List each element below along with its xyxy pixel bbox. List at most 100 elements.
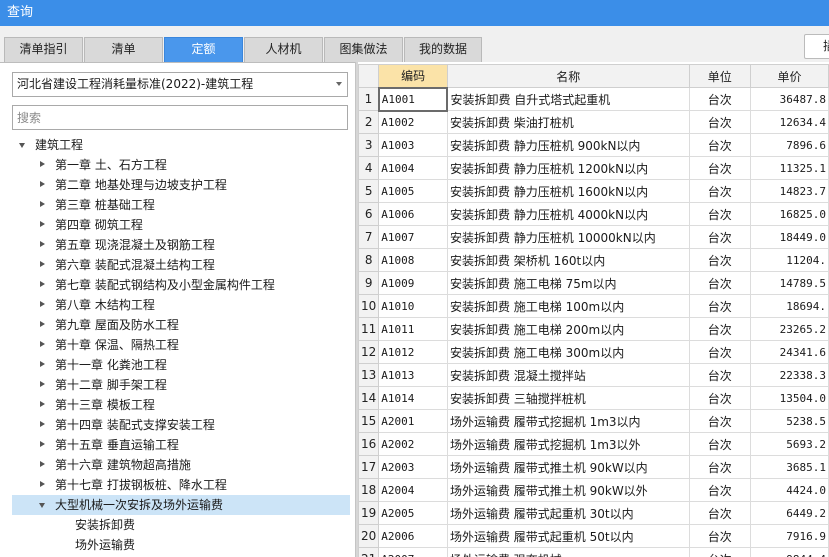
name-cell[interactable]: 安装拆卸费 静力压桩机 900kN以内 (446, 133, 690, 157)
unit-cell[interactable]: 台次 (688, 87, 752, 111)
tree-node[interactable]: 第十一章 化粪池工程 (12, 355, 350, 375)
unit-cell[interactable]: 台次 (688, 340, 752, 364)
row-number[interactable]: 2 (358, 110, 380, 134)
unit-cell[interactable]: 台次 (688, 501, 752, 525)
library-select[interactable]: 河北省建设工程消耗量标准(2022)-建筑工程 (12, 72, 348, 97)
insert-button[interactable]: 插 (804, 34, 829, 59)
collapse-arrow-icon[interactable] (38, 295, 48, 315)
name-cell[interactable]: 场外运输费 履带式推土机 90kW以外 (446, 478, 690, 502)
column-header-name[interactable]: 名称 (446, 64, 690, 88)
table-row[interactable]: 14 A1014 安装拆卸费 三轴搅拌桩机 台次 13504.0 (358, 386, 829, 410)
name-cell[interactable]: 安装拆卸费 自升式塔式起重机 (446, 87, 690, 111)
collapse-arrow-icon[interactable] (38, 335, 48, 355)
tree-node[interactable]: 大型机械一次安拆及场外运输费 (12, 495, 350, 515)
table-row[interactable]: 10 A1010 安装拆卸费 施工电梯 100m以内 台次 18694. (358, 294, 829, 318)
row-number[interactable]: 19 (358, 501, 380, 525)
name-cell[interactable]: 安装拆卸费 静力压桩机 1600kN以内 (446, 179, 690, 203)
unit-cell[interactable]: 台次 (688, 478, 752, 502)
code-cell[interactable]: A1012 (378, 340, 448, 364)
table-row[interactable]: 4 A1004 安装拆卸费 静力压桩机 1200kN以内 台次 11325.1 (358, 156, 829, 180)
table-row[interactable]: 20 A2006 场外运输费 履带式起重机 50t以内 台次 7916.9 (358, 524, 829, 548)
tree-node[interactable]: 第十六章 建筑物超高措施 (12, 455, 350, 475)
tree-node[interactable]: 第十章 保温、隔热工程 (12, 335, 350, 355)
expand-arrow-icon[interactable] (18, 135, 28, 155)
unit-cell[interactable]: 台次 (688, 271, 752, 295)
price-cell[interactable]: 12634.4 (750, 110, 829, 134)
collapse-arrow-icon[interactable] (38, 315, 48, 335)
table-row[interactable]: 11 A1011 安装拆卸费 施工电梯 200m以内 台次 23265.2 (358, 317, 829, 341)
row-number[interactable]: 4 (358, 156, 380, 180)
table-row[interactable]: 15 A2001 场外运输费 履带式挖掘机 1m3以内 台次 5238.5 (358, 409, 829, 433)
row-number[interactable]: 13 (358, 363, 380, 387)
code-cell[interactable]: A1007 (378, 225, 448, 249)
code-cell[interactable]: A1010 (378, 294, 448, 318)
price-cell[interactable]: 7916.9 (750, 524, 829, 548)
collapse-arrow-icon[interactable] (38, 235, 48, 255)
unit-cell[interactable]: 台次 (688, 156, 752, 180)
expand-arrow-icon[interactable] (38, 495, 48, 515)
price-cell[interactable]: 13504.0 (750, 386, 829, 410)
price-cell[interactable]: 4424.0 (750, 478, 829, 502)
collapse-arrow-icon[interactable] (38, 175, 48, 195)
tree-node[interactable]: 场外运输费 (12, 535, 350, 555)
price-cell[interactable]: 11204. (750, 248, 829, 272)
price-cell[interactable]: 11325.1 (750, 156, 829, 180)
table-row[interactable]: 18 A2004 场外运输费 履带式推土机 90kW以外 台次 4424.0 (358, 478, 829, 502)
price-cell[interactable]: 22338.3 (750, 363, 829, 387)
name-cell[interactable]: 安装拆卸费 施工电梯 75m以内 (446, 271, 690, 295)
table-row[interactable]: 7 A1007 安装拆卸费 静力压桩机 10000kN以内 台次 18449.0 (358, 225, 829, 249)
row-number[interactable]: 3 (358, 133, 380, 157)
price-cell[interactable]: 14823.7 (750, 179, 829, 203)
unit-cell[interactable]: 台次 (688, 248, 752, 272)
column-header-price[interactable]: 单价 (750, 64, 829, 88)
table-row[interactable]: 5 A1005 安装拆卸费 静力压桩机 1600kN以内 台次 14823.7 (358, 179, 829, 203)
code-cell[interactable]: A1005 (378, 179, 448, 203)
table-row[interactable]: 1 A1001 安装拆卸费 自升式塔式起重机 台次 36487.8 (358, 86, 829, 112)
price-cell[interactable]: 9844.4 (750, 547, 829, 557)
row-number[interactable]: 16 (358, 432, 380, 456)
row-number[interactable]: 17 (358, 455, 380, 479)
tab-quota[interactable]: 定额 (164, 37, 243, 62)
code-cell[interactable]: A1001 (377, 86, 449, 112)
table-row[interactable]: 12 A1012 安装拆卸费 施工电梯 300m以内 台次 24341.6 (358, 340, 829, 364)
tree-node[interactable]: 第八章 木结构工程 (12, 295, 350, 315)
price-cell[interactable]: 5238.5 (750, 409, 829, 433)
row-number[interactable]: 9 (358, 271, 380, 295)
code-cell[interactable]: A2007 (378, 547, 448, 557)
price-cell[interactable]: 18449.0 (750, 225, 829, 249)
table-row[interactable]: 17 A2003 场外运输费 履带式推土机 90kW以内 台次 3685.1 (358, 455, 829, 479)
row-number[interactable]: 14 (358, 386, 380, 410)
tree-node[interactable]: 第十三章 模板工程 (12, 395, 350, 415)
price-cell[interactable]: 36487.8 (750, 87, 829, 111)
row-number[interactable]: 18 (358, 478, 380, 502)
price-cell[interactable]: 24341.6 (750, 340, 829, 364)
tab-list[interactable]: 清单 (84, 37, 163, 62)
table-row[interactable]: 13 A1013 安装拆卸费 混凝土搅拌站 台次 22338.3 (358, 363, 829, 387)
code-cell[interactable]: A1011 (378, 317, 448, 341)
name-cell[interactable]: 场外运输费 履带式起重机 50t以内 (446, 524, 690, 548)
code-cell[interactable]: A2005 (378, 501, 448, 525)
name-cell[interactable]: 安装拆卸费 静力压桩机 4000kN以内 (446, 202, 690, 226)
tree-node[interactable]: 第七章 装配式钢结构及小型金属构件工程 (12, 275, 350, 295)
name-cell[interactable]: 安装拆卸费 静力压桩机 1200kN以内 (446, 156, 690, 180)
tab-atlas-method[interactable]: 图集做法 (324, 37, 403, 62)
table-row[interactable]: 2 A1002 安装拆卸费 柴油打桩机 台次 12634.4 (358, 110, 829, 134)
unit-cell[interactable]: 台次 (688, 225, 752, 249)
collapse-arrow-icon[interactable] (38, 475, 48, 495)
unit-cell[interactable]: 台次 (688, 524, 752, 548)
column-header-code[interactable]: 编码 (378, 64, 448, 88)
collapse-arrow-icon[interactable] (38, 375, 48, 395)
row-number[interactable]: 6 (358, 202, 380, 226)
collapse-arrow-icon[interactable] (38, 155, 48, 175)
name-cell[interactable]: 安装拆卸费 混凝土搅拌站 (446, 363, 690, 387)
collapse-arrow-icon[interactable] (38, 395, 48, 415)
tree-node[interactable]: 第十二章 脚手架工程 (12, 375, 350, 395)
table-row[interactable]: 8 A1008 安装拆卸费 架桥机 160t以内 台次 11204. (358, 248, 829, 272)
price-cell[interactable]: 7896.6 (750, 133, 829, 157)
table-row[interactable]: 21A2007场外运输费 强夯机械台次9844.4 (358, 547, 829, 557)
table-row[interactable]: 3 A1003 安装拆卸费 静力压桩机 900kN以内 台次 7896.6 (358, 133, 829, 157)
name-cell[interactable]: 安装拆卸费 三轴搅拌桩机 (446, 386, 690, 410)
tree-node[interactable]: 第十五章 垂直运输工程 (12, 435, 350, 455)
tab-list-guide[interactable]: 清单指引 (4, 37, 83, 62)
code-cell[interactable]: A1003 (378, 133, 448, 157)
